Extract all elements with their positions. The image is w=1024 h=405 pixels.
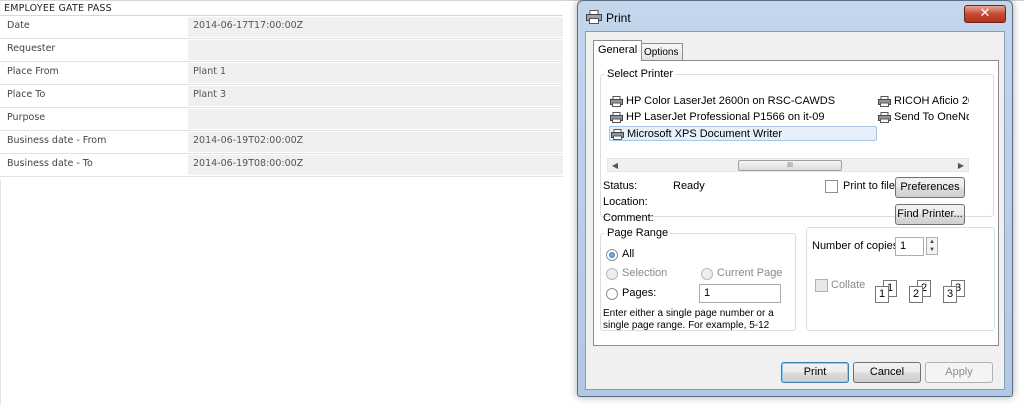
print-button[interactable]: Print (781, 362, 849, 383)
print-to-file-label: Print to file (843, 180, 895, 192)
form-row-place-to: Place To Plant 3 (0, 85, 563, 108)
form-row-place-from: Place From Plant 1 (0, 62, 563, 85)
printer-item-onenote[interactable]: Send To OneNo (877, 110, 969, 125)
form-row-date: Date 2014-06-17T17:00:00Z (0, 16, 563, 39)
collate-label: Collate (831, 279, 866, 291)
page-range-hint: Enter either a single page number or a s… (603, 308, 774, 331)
field-value (188, 109, 563, 129)
printer-list-scrollbar[interactable]: ◀ III ▶ (607, 158, 969, 172)
form-row-business-to: Business date - To 2014-06-19T08:00:00Z (0, 154, 563, 177)
printer-list[interactable]: HP Color LaserJet 2600n on RSC-CAWDS HP … (609, 93, 969, 159)
printer-item-ricoh[interactable]: RICOH Aficio 20 (877, 94, 969, 109)
close-button[interactable]: ✕ (964, 5, 1006, 23)
field-label: Requester (7, 43, 56, 54)
current-page-label: Current Page (717, 267, 783, 279)
field-value: 2014-06-19T08:00:00Z (188, 155, 563, 175)
print-to-file-checkbox[interactable] (825, 180, 838, 193)
page-range-group: Page Range All Selection Current Page Pa… (600, 227, 796, 331)
page-sheet: 1 (875, 286, 889, 303)
printer-name: Microsoft XPS Document Writer (627, 128, 783, 140)
spin-down-icon[interactable]: ▼ (927, 246, 937, 254)
field-value (188, 40, 563, 60)
tab-general[interactable]: General (593, 40, 643, 61)
copies-spinner[interactable]: ▲ ▼ (926, 237, 938, 255)
printer-name: HP Color LaserJet 2600n on RSC-CAWDS (626, 95, 836, 107)
printer-icon (610, 96, 623, 107)
general-tab-panel: Select Printer HP Color LaserJet 2600n o… (593, 60, 999, 346)
printer-item-xps-selected[interactable]: Microsoft XPS Document Writer (609, 126, 877, 141)
select-printer-legend: Select Printer (607, 68, 674, 80)
field-value: 2014-06-17T17:00:00Z (188, 17, 563, 37)
form-row-requester: Requester (0, 39, 563, 62)
printer-icon (878, 96, 891, 107)
page-sheet: 3 (943, 286, 957, 303)
tab-options[interactable]: Options (639, 43, 684, 60)
printer-name: Send To OneNo (894, 111, 969, 123)
field-label: Purpose (7, 112, 46, 123)
field-label: Place To (7, 89, 46, 100)
copies-label: Number of copies: (812, 240, 902, 252)
page-sheet: 2 (909, 286, 923, 303)
status-label: Status: (603, 180, 638, 192)
scroll-thumb[interactable]: III (738, 160, 842, 171)
selection-label: Selection (622, 267, 668, 279)
printer-item-hp-laserjet[interactable]: HP LaserJet Professional P1566 on it-09 (609, 110, 825, 125)
field-label: Business date - From (7, 135, 107, 146)
close-icon: ✕ (979, 6, 991, 21)
select-printer-group: Select Printer HP Color LaserJet 2600n o… (600, 68, 994, 225)
printer-name: RICOH Aficio 20 (894, 95, 969, 107)
pages-input[interactable]: 1 (699, 284, 781, 303)
location-label: Location: (603, 196, 648, 208)
form-title: EMPLOYEE GATE PASS (0, 0, 563, 16)
selection-radio[interactable] (606, 268, 618, 280)
printer-item-hp-color[interactable]: HP Color LaserJet 2600n on RSC-CAWDS (609, 94, 835, 109)
printer-icon (878, 112, 891, 123)
dialog-title: Print (606, 11, 631, 25)
field-label: Place From (7, 66, 59, 77)
status-value: Ready (673, 180, 705, 192)
comment-label: Comment: (603, 212, 654, 224)
pages-label: Pages: (622, 287, 657, 299)
all-radio[interactable] (606, 249, 618, 261)
dialog-client-area: General Options Select Printer HP Color … (585, 31, 1005, 390)
field-value: Plant 3 (188, 86, 563, 106)
field-label: Business date - To (7, 158, 93, 169)
printer-icon (586, 10, 602, 24)
copies-group: Number of copies: 1 ▲ ▼ Collate 1 1 2 2 … (806, 227, 995, 331)
all-label: All (622, 248, 635, 260)
cancel-button[interactable]: Cancel (853, 362, 921, 383)
page-range-legend: Page Range (607, 227, 669, 239)
field-value: Plant 1 (188, 63, 563, 83)
dialog-titlebar[interactable]: Print ✕ (578, 1, 1012, 31)
gate-pass-form: EMPLOYEE GATE PASS Date 2014-06-17T17:00… (0, 0, 563, 177)
page-edge-divider (0, 180, 1, 405)
form-row-business-from: Business date - From 2014-06-19T02:00:00… (0, 131, 563, 154)
field-value: 2014-06-19T02:00:00Z (188, 132, 563, 152)
pages-radio[interactable] (606, 288, 618, 300)
form-row-purpose: Purpose (0, 108, 563, 131)
apply-button[interactable]: Apply (925, 362, 993, 383)
find-printer-button[interactable]: Find Printer... (895, 204, 965, 225)
printer-icon (610, 112, 623, 123)
print-dialog: Print ✕ General Options Select Printer H… (577, 0, 1013, 397)
field-label: Date (7, 20, 30, 31)
collate-checkbox[interactable] (815, 279, 828, 292)
preferences-button[interactable]: Preferences (895, 177, 965, 198)
copies-input[interactable]: 1 (895, 237, 924, 256)
scroll-left-icon[interactable]: ◀ (609, 160, 621, 172)
scroll-right-icon[interactable]: ▶ (955, 160, 967, 172)
printer-name: HP LaserJet Professional P1566 on it-09 (626, 111, 825, 123)
current-page-radio[interactable] (701, 268, 713, 280)
spin-up-icon[interactable]: ▲ (927, 238, 937, 246)
printer-icon (611, 129, 624, 140)
